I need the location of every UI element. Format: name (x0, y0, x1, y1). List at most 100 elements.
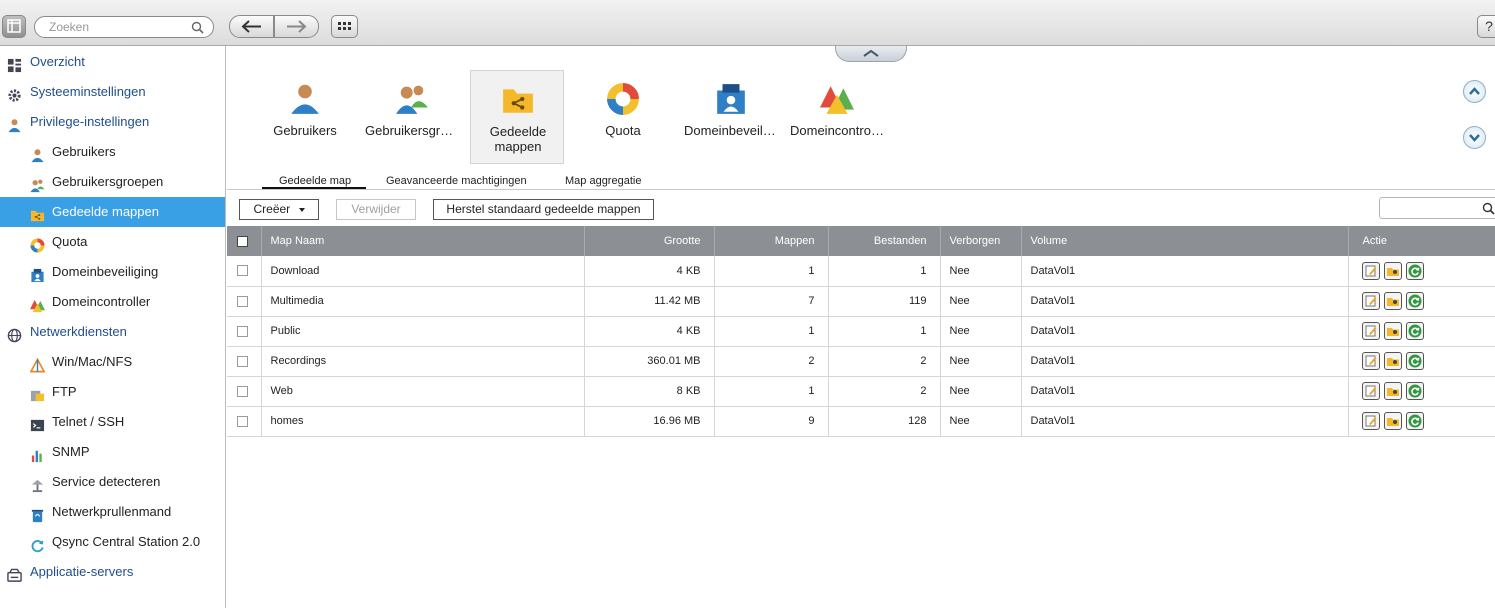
edit-permissions-button[interactable] (1383, 352, 1402, 370)
row-checkbox[interactable] (237, 355, 248, 367)
sidebar-item-quota[interactable]: Quota (0, 227, 225, 257)
edit-permissions-button[interactable] (1383, 412, 1402, 430)
edit-properties-button[interactable] (1361, 382, 1380, 400)
row-checkbox[interactable] (237, 325, 248, 337)
table-search-input[interactable] (1379, 197, 1495, 219)
apps-menu-button[interactable] (331, 15, 358, 38)
col-verborgen[interactable]: Verborgen (940, 226, 1022, 256)
cell-hidden: Nee (940, 376, 1022, 407)
sidebar-item-gebruikers[interactable]: Gebruikers (0, 137, 225, 167)
permissions-icon (1386, 358, 1399, 366)
dropdown-caret-icon (298, 207, 305, 212)
tab-gedeelde-map[interactable]: Gedeelde map (279, 174, 351, 188)
restore-default-folders-button[interactable]: Herstel standaard gedeelde mappen (433, 199, 654, 220)
table-row[interactable]: Recordings 360.01 MB 2 2 Nee DataVol1 (227, 346, 1495, 377)
app-user[interactable]: Gebruikers (258, 70, 352, 164)
sidebar-item-domeinbeveiliging[interactable]: Domeinbeveiliging (0, 257, 225, 287)
select-all-checkbox[interactable] (237, 235, 248, 247)
col-bestanden[interactable]: Bestanden (828, 226, 941, 256)
cell-size: 4 KB (584, 256, 715, 287)
scroll-up-button[interactable] (1463, 80, 1486, 103)
table-row[interactable]: Download 4 KB 1 1 Nee DataVol1 (227, 256, 1495, 287)
col-grootte[interactable]: Grootte (584, 226, 715, 256)
edit-permissions-button[interactable] (1383, 322, 1402, 340)
edit-permissions-button[interactable] (1383, 292, 1402, 310)
sidebar-item-overzicht[interactable]: Overzicht (0, 47, 225, 77)
edit-properties-button[interactable] (1361, 412, 1380, 430)
ftp-icon (30, 390, 45, 402)
edit-properties-button[interactable] (1361, 322, 1380, 340)
row-checkbox[interactable] (237, 265, 248, 277)
col-volume[interactable]: Volume (1021, 226, 1349, 256)
edit-permissions-button[interactable] (1383, 382, 1402, 400)
sidebar-item-netwerkprullenmand[interactable]: Netwerkprullenmand (0, 497, 225, 527)
sidebar-item-telnet-ssh[interactable]: Telnet / SSH (0, 407, 225, 437)
refresh-button[interactable] (1405, 322, 1424, 340)
collapse-handle[interactable] (835, 46, 907, 62)
triangle-icon (29, 354, 46, 373)
sidebar-item-gedeelde-mappen[interactable]: Gedeelde mappen (0, 197, 225, 227)
edit-permissions-button[interactable] (1383, 261, 1402, 280)
cell-actions (1348, 346, 1495, 377)
sidebar-item-win-mac-nfs[interactable]: Win/Mac/NFS (0, 347, 225, 377)
users-icon (395, 82, 429, 119)
row-select-cell (227, 256, 262, 287)
cell-name: Public (261, 316, 585, 347)
edit-icon (1365, 355, 1376, 367)
sidebar-item-ftp[interactable]: FTP (0, 377, 225, 407)
refresh-button[interactable] (1405, 261, 1424, 280)
create-button[interactable]: Creëer (239, 199, 319, 220)
sidebar-item-snmp[interactable]: SNMP (0, 437, 225, 467)
sidebar-item-privilege-instellingen[interactable]: Privilege-instellingen (0, 107, 225, 137)
table-row[interactable]: Multimedia 11.42 MB 7 119 Nee DataVol1 (227, 286, 1495, 317)
sidebar-item-systeeminstellingen[interactable]: Systeeminstellingen (0, 77, 225, 107)
app-domain-controller[interactable]: Domeincontroll... (790, 70, 884, 164)
sidebar-item-domeincontroller[interactable]: Domeincontroller (0, 287, 225, 317)
row-checkbox[interactable] (237, 415, 248, 427)
cell-size: 16.96 MB (584, 406, 715, 437)
app-label: Quota (605, 123, 641, 138)
col-map-naam[interactable]: Map Naam (261, 226, 585, 256)
delete-button[interactable]: Verwijder (336, 199, 416, 220)
app-users[interactable]: Gebruikersgroe... (365, 70, 459, 164)
sidebar-item-gebruikersgroepen[interactable]: Gebruikersgroepen (0, 167, 225, 197)
table-row[interactable]: homes 16.96 MB 9 128 Nee DataVol1 (227, 406, 1495, 437)
refresh-button[interactable] (1405, 352, 1424, 370)
edit-icon (1365, 265, 1376, 277)
help-label: ? (1485, 18, 1493, 34)
discovery-icon (30, 474, 45, 493)
refresh-button[interactable] (1405, 292, 1424, 310)
sidebar-item-service-detecteren[interactable]: Service detecteren (0, 467, 225, 497)
app-quota[interactable]: Quota (576, 70, 670, 164)
col-actie: Actie (1348, 226, 1495, 256)
sidebar-toggle-button[interactable] (2, 15, 26, 38)
forward-button[interactable] (274, 15, 319, 38)
help-button[interactable]: ? (1477, 15, 1495, 38)
app-shared-folder[interactable]: Gedeelde mappen (470, 70, 564, 164)
table-header: Map Naam Grootte Mappen Bestanden Verbor… (227, 226, 1495, 256)
tab-geavanceerde-machtigingen[interactable]: Geavanceerde machtigingen (386, 174, 527, 188)
table-row[interactable]: Web 8 KB 1 2 Nee DataVol1 (227, 376, 1495, 407)
refresh-button[interactable] (1405, 382, 1424, 400)
row-checkbox[interactable] (237, 295, 248, 307)
sidebar-item-label: Quota (52, 234, 88, 249)
col-mappen[interactable]: Mappen (714, 226, 829, 256)
tab-map-aggregatie[interactable]: Map aggregatie (565, 174, 641, 188)
refresh-button[interactable] (1405, 412, 1424, 430)
table-row[interactable]: Public 4 KB 1 1 Nee DataVol1 (227, 316, 1495, 347)
recycle-bin-icon (31, 509, 44, 523)
permissions-icon (1386, 328, 1399, 336)
sidebar-item-applicatie-servers[interactable]: Applicatie-servers (0, 557, 225, 587)
edit-properties-button[interactable] (1361, 261, 1380, 280)
refresh-icon (1408, 384, 1421, 398)
server-icon (7, 564, 22, 582)
row-checkbox[interactable] (237, 385, 248, 397)
back-button[interactable] (229, 15, 274, 38)
app-domain-security[interactable]: Domeinbeveilig... (684, 70, 778, 164)
sidebar-item-netwerkdiensten[interactable]: Netwerkdiensten (0, 317, 225, 347)
edit-properties-button[interactable] (1361, 292, 1380, 310)
scroll-down-button[interactable] (1463, 126, 1486, 149)
sidebar-item-qsync-central-station-2-0[interactable]: Qsync Central Station 2.0 (0, 527, 225, 557)
edit-properties-button[interactable] (1361, 352, 1380, 370)
search-input[interactable]: Zoeken (34, 16, 214, 38)
